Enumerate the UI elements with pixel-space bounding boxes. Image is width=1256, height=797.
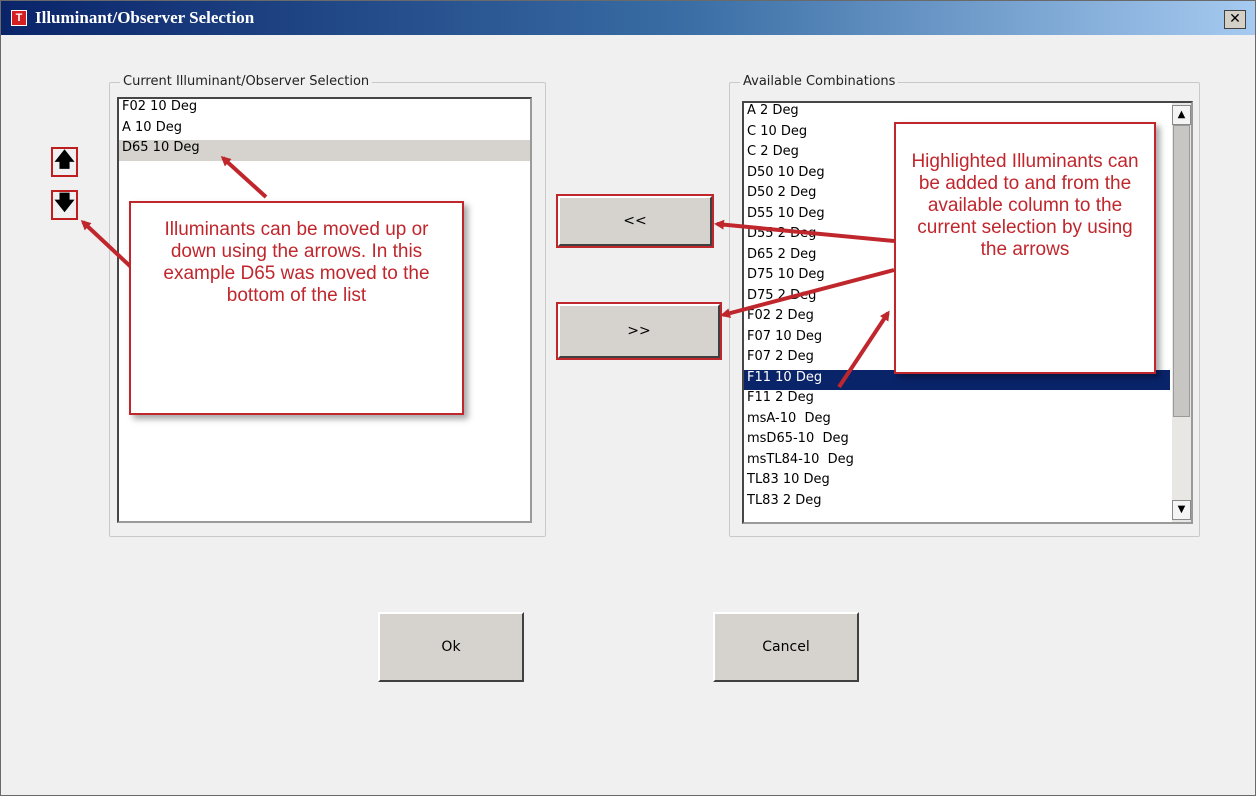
scroll-thumb[interactable] <box>1173 125 1190 417</box>
move-up-button[interactable]: 🡅 <box>51 147 78 177</box>
close-button[interactable]: ✕ <box>1224 10 1246 29</box>
list-item[interactable]: F11 2 Deg <box>744 390 1170 411</box>
available-list-scrollbar[interactable]: ▲ ▼ <box>1172 103 1191 522</box>
add-to-current-label: << <box>623 213 647 229</box>
chevron-down-icon: ▼ <box>1177 504 1186 515</box>
list-item[interactable]: msTL84-10 Deg <box>744 452 1170 473</box>
left-callout: Illuminants can be moved up or down usin… <box>129 201 464 415</box>
right-callout-text: Highlighted Illuminants can be added to … <box>911 151 1139 260</box>
list-item[interactable]: TL83 2 Deg <box>744 493 1170 514</box>
remove-from-current-label: >> <box>627 323 651 339</box>
current-selection-legend: Current Illuminant/Observer Selection <box>120 74 373 89</box>
left-callout-text: Illuminants can be moved up or down usin… <box>163 219 430 306</box>
chevron-up-icon: ▲ <box>1177 109 1186 120</box>
list-item[interactable]: A 10 Deg <box>119 120 530 141</box>
title-bar: T Illuminant/Observer Selection ✕ <box>1 1 1255 35</box>
ok-button[interactable]: Ok <box>378 612 524 682</box>
remove-from-current-button[interactable]: >> <box>558 304 720 358</box>
cancel-label: Cancel <box>762 639 810 655</box>
available-combinations-legend: Available Combinations <box>740 74 899 89</box>
list-item[interactable]: msA-10 Deg <box>744 411 1170 432</box>
illuminant-observer-dialog: T Illuminant/Observer Selection ✕ Curren… <box>0 0 1256 796</box>
list-item[interactable]: D65 10 Deg <box>119 140 530 161</box>
arrow-down-icon: 🡇 <box>54 190 75 214</box>
cancel-button[interactable]: Cancel <box>713 612 859 682</box>
list-item[interactable]: msD65-10 Deg <box>744 431 1170 452</box>
add-to-current-button[interactable]: << <box>558 196 712 246</box>
move-down-button[interactable]: 🡇 <box>51 190 78 220</box>
list-item[interactable]: TL83 10 Deg <box>744 472 1170 493</box>
arrow-up-icon: 🡅 <box>54 147 75 171</box>
right-callout: Highlighted Illuminants can be added to … <box>894 122 1156 374</box>
window-title: Illuminant/Observer Selection <box>35 8 255 27</box>
list-item[interactable]: F02 10 Deg <box>119 99 530 120</box>
scroll-down-button[interactable]: ▼ <box>1172 500 1191 520</box>
list-item[interactable]: A 2 Deg <box>744 103 1170 124</box>
ok-label: Ok <box>441 639 461 655</box>
scroll-up-button[interactable]: ▲ <box>1172 105 1191 125</box>
app-icon: T <box>11 10 27 26</box>
